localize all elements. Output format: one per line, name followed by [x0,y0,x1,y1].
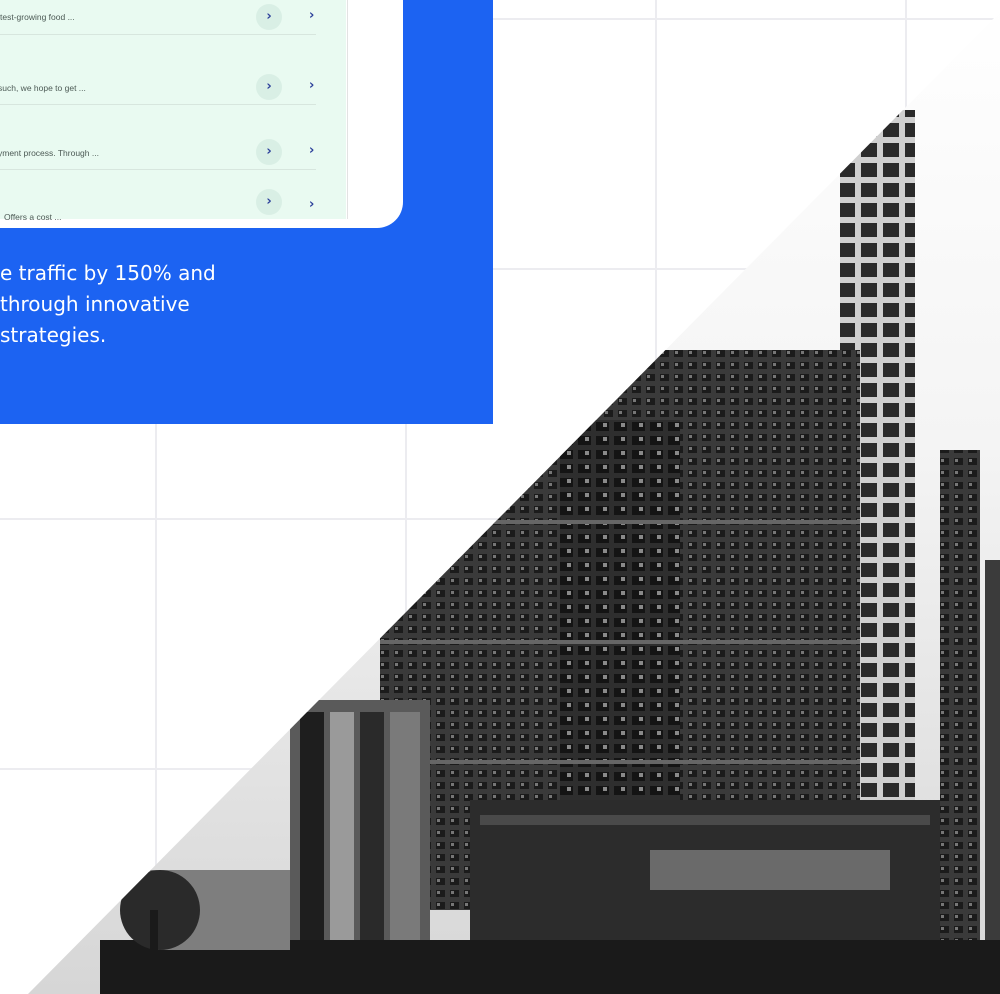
chevron-right-icon[interactable]: › [309,195,323,215]
case-study-description: e traffic by 150% and through innovative… [0,261,216,347]
result-snippet: yment process. Through ... [0,148,99,158]
expand-button[interactable]: › [256,4,282,30]
expand-button[interactable]: › [256,74,282,100]
result-row: such, we hope to get ... › › [0,40,346,105]
chevron-right-icon[interactable]: › [309,141,323,161]
chevron-right-icon[interactable]: › [309,6,323,26]
scrollbar-track [347,0,348,219]
result-snippet: such, we hope to get ... [0,83,86,93]
result-row: test-growing food ... › › [0,0,346,35]
expand-button[interactable]: › [256,139,282,165]
expand-button[interactable]: › [256,189,282,215]
search-results-screenshot: test-growing food ... › › such, we hope … [0,0,403,228]
screenshot-content: test-growing food ... › › such, we hope … [0,0,348,222]
row-divider [0,34,316,35]
result-snippet: Offers a cost ... [4,212,62,222]
result-snippet: test-growing food ... [0,12,75,22]
result-row: yment process. Through ... › › [0,105,346,170]
result-row: Offers a cost ... › › [0,169,346,228]
case-study-card: test-growing food ... › › such, we hope … [0,0,493,424]
chevron-right-icon[interactable]: › [309,76,323,96]
